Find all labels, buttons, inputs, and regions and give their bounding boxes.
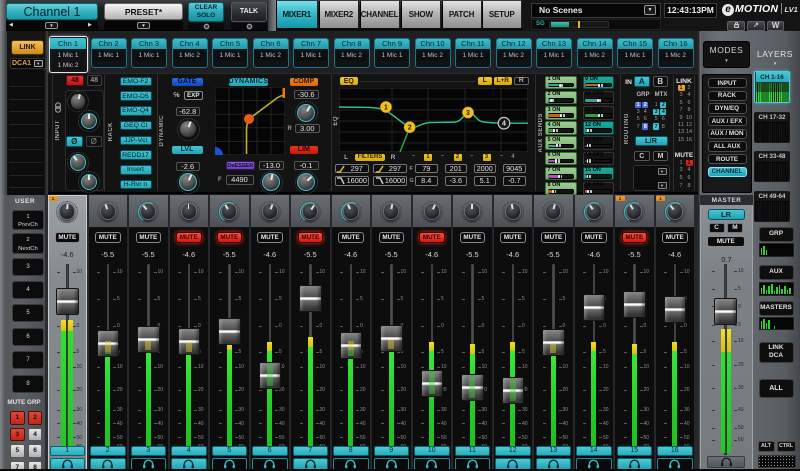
svg-text:4: 4 [502,120,506,127]
svg-text:3: 3 [466,110,470,117]
svg-text:2: 2 [408,124,412,131]
svg-text:1: 1 [384,104,388,111]
